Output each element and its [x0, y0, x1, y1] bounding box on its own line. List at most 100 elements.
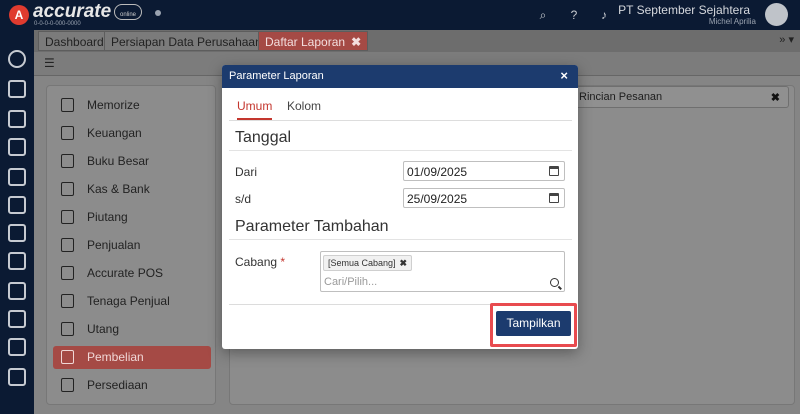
help-icon[interactable]: ?	[567, 8, 581, 22]
purchase-icon	[61, 350, 74, 364]
remove-tag-icon[interactable]: ✖	[400, 258, 408, 268]
receivable-icon	[61, 210, 74, 224]
from-date-label: Dari	[235, 165, 258, 179]
cabang-select[interactable]: [Semua Cabang] ✖ Cari/Pilih...	[320, 251, 565, 292]
gear-icon[interactable]	[8, 50, 26, 68]
menu-item-label: Kas & Bank	[87, 182, 150, 196]
menu-item-label: Tenaga Penjual	[87, 294, 170, 308]
top-bar: A accurate 0-0-0-0-000-0000 online ⌕ ? ♪…	[0, 0, 800, 30]
report-icon[interactable]	[8, 368, 26, 386]
to-date-field[interactable]: 25/09/2025	[403, 188, 565, 208]
cabang-label-text: Cabang	[235, 255, 278, 269]
status-dot-icon	[155, 10, 161, 16]
menu-item-label: Persediaan	[87, 378, 148, 392]
tab-umum[interactable]: Umum	[237, 99, 273, 120]
factory-icon[interactable]	[8, 310, 26, 328]
from-date-field[interactable]: 01/09/2025	[403, 161, 565, 181]
menu-item-label: Keuangan	[87, 126, 142, 140]
building-icon[interactable]	[8, 110, 26, 128]
close-icon[interactable]: ×	[560, 68, 568, 83]
coins-icon[interactable]	[8, 196, 26, 214]
calendar-icon[interactable]	[549, 166, 559, 176]
document-icon[interactable]	[8, 338, 26, 356]
report-category-panel: Memorize Keuangan Buku Besar Kas & Bank …	[46, 85, 216, 405]
to-date-label: s/d	[235, 192, 252, 206]
tab-label: Daftar Laporan	[265, 35, 346, 49]
tab-bar: Dashboard Persiapan Data Perusahaan Daft…	[34, 30, 800, 52]
cabang-tag: [Semua Cabang] ✖	[323, 255, 413, 271]
inventory-icon	[61, 378, 74, 392]
menu-item-buku-besar[interactable]: Buku Besar	[53, 150, 211, 173]
menu-item-label: Memorize	[87, 98, 140, 112]
cabang-tag-label: [Semua Cabang]	[328, 258, 396, 268]
calendar-icon[interactable]	[549, 193, 559, 203]
accurate-logo-icon: A	[9, 5, 29, 25]
menu-item-utang[interactable]: Utang	[53, 318, 211, 341]
tab-label: Persiapan Data Perusahaan	[111, 35, 262, 49]
search-icon[interactable]	[550, 278, 559, 287]
company-name[interactable]: PT September Sejahtera	[618, 3, 750, 17]
salesperson-icon	[61, 294, 74, 308]
ledger-icon	[61, 154, 74, 168]
menu-item-label: Utang	[87, 322, 120, 336]
report-item[interactable]: Rincian Pesanan ✖	[572, 86, 789, 108]
menu-item-piutang[interactable]: Piutang	[53, 206, 211, 229]
cabang-label: Cabang *	[235, 255, 285, 269]
cart-icon	[61, 238, 74, 252]
menu-item-tenaga-penjual[interactable]: Tenaga Penjual	[53, 290, 211, 313]
menu-item-penjualan[interactable]: Penjualan	[53, 234, 211, 257]
menu-item-kas-bank[interactable]: Kas & Bank	[53, 178, 211, 201]
tab-dashboard[interactable]: Dashboard	[38, 31, 111, 51]
ledger-icon[interactable]	[8, 138, 26, 156]
dialog-header: Parameter Laporan ×	[222, 65, 578, 88]
dialog-title: Parameter Laporan	[229, 70, 324, 82]
list-icon[interactable]: ☰	[44, 56, 68, 72]
app-logo-sub: 0-0-0-0-000-0000	[34, 21, 81, 27]
menu-item-pembelian[interactable]: Pembelian	[53, 346, 211, 369]
finance-icon	[61, 126, 74, 140]
cabang-search-input[interactable]: Cari/Pilih...	[324, 276, 377, 288]
menu-item-keuangan[interactable]: Keuangan	[53, 122, 211, 145]
bank-icon[interactable]	[8, 168, 26, 186]
menu-item-label: Buku Besar	[87, 154, 150, 168]
divider	[229, 239, 572, 240]
tab-daftar-laporan[interactable]: Daftar Laporan ✖	[258, 31, 369, 52]
menu-item-persediaan[interactable]: Persediaan	[53, 374, 211, 397]
pos-icon[interactable]	[8, 252, 26, 270]
wallet-icon	[61, 182, 74, 196]
tab-kolom[interactable]: Kolom	[287, 99, 321, 118]
report-item-label: Rincian Pesanan	[579, 91, 663, 103]
cart-icon[interactable]	[8, 224, 26, 242]
avatar[interactable]	[765, 3, 788, 26]
menu-item-label: Accurate POS	[87, 266, 164, 280]
tab-more-button[interactable]: » ▾	[779, 33, 794, 46]
menu-item-label: Penjualan	[87, 238, 141, 252]
left-nav	[0, 30, 34, 414]
memorize-icon	[61, 98, 74, 112]
tab-label: Dashboard	[45, 35, 104, 49]
menu-item-memorize[interactable]: Memorize	[53, 94, 211, 117]
divider	[229, 150, 572, 151]
dialog-tabs: Umum Kolom	[229, 95, 572, 121]
menu-item-label: Piutang	[87, 210, 128, 224]
bell-icon[interactable]: ♪	[597, 8, 611, 22]
close-icon[interactable]: ✖	[771, 91, 780, 104]
app-logo-text: accurate	[33, 1, 112, 22]
close-icon[interactable]: ✖	[351, 32, 361, 52]
tab-persiapan-data[interactable]: Persiapan Data Perusahaan	[104, 31, 269, 51]
menu-item-label: Pembelian	[87, 350, 144, 364]
to-date-value: 25/09/2025	[407, 192, 468, 206]
required-marker: *	[280, 255, 286, 269]
tampilkan-button[interactable]: Tampilkan	[496, 311, 571, 336]
scale-icon[interactable]	[8, 80, 26, 98]
user-name: Michel Aprilia	[708, 17, 756, 26]
logo-online-label: online	[119, 12, 136, 18]
payable-icon	[61, 322, 74, 336]
pos-icon	[61, 266, 74, 280]
section-title-parameter-tambahan: Parameter Tambahan	[235, 218, 389, 235]
from-date-value: 01/09/2025	[407, 165, 468, 179]
search-icon[interactable]: ⌕	[536, 8, 550, 22]
section-title-tanggal: Tanggal	[235, 129, 292, 146]
chart-icon[interactable]	[8, 282, 26, 300]
menu-item-accurate-pos[interactable]: Accurate POS	[53, 262, 211, 285]
